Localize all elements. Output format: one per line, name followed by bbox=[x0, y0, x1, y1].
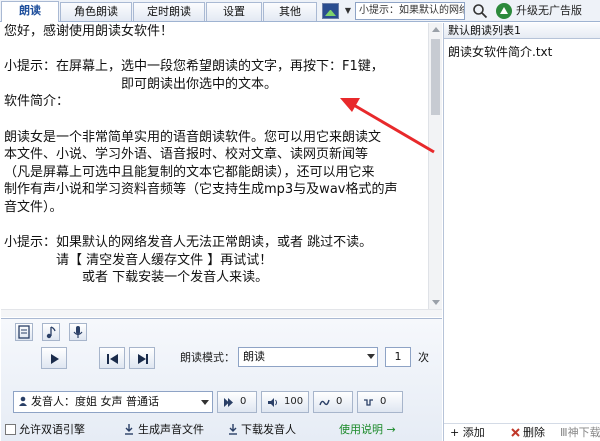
upgrade-link[interactable]: 升级无广告版 bbox=[516, 3, 582, 19]
playlist-pane: 默认朗读列表1 朗读女软件简介.txt + 添加 删除 Ⅲ神下载 bbox=[443, 23, 600, 441]
double-language-checkbox[interactable] bbox=[5, 424, 16, 435]
volume-value: 100 bbox=[284, 396, 304, 407]
play-button[interactable] bbox=[41, 347, 67, 369]
playlist-item[interactable]: 朗读女软件简介.txt bbox=[448, 44, 552, 60]
speed-value: 0 bbox=[240, 396, 247, 407]
read-mode-select[interactable]: 朗读 bbox=[238, 347, 378, 367]
repeat-count-input[interactable]: 1 bbox=[385, 347, 411, 367]
main-text-area[interactable]: 您好，感谢使用朗读女软件！ 小提示：在屏幕上，选中一段您希望朗读的文字，再按下：F… bbox=[1, 23, 429, 309]
chevron-down-icon bbox=[367, 354, 375, 359]
person-icon bbox=[19, 396, 27, 406]
microphone-icon bbox=[73, 326, 83, 338]
tone-value: 0 bbox=[336, 396, 343, 407]
scroll-down-arrow[interactable] bbox=[432, 300, 440, 305]
volume-button[interactable]: 100 bbox=[261, 391, 309, 413]
top-tab-bar: 朗读 角色朗读 定时朗读 设置 其他 ▼ 小提示：如果默认的网络 升级无广告版 bbox=[0, 0, 600, 22]
text-line: （凡是屏幕上可选中且能复制的文本它都能朗读），还可以用它来 bbox=[4, 164, 375, 180]
download-speaker-button[interactable]: 下载发音人 bbox=[241, 422, 296, 438]
upgrade-icon[interactable] bbox=[496, 3, 512, 19]
generate-audio-icon[interactable] bbox=[123, 423, 135, 435]
chevron-down-icon bbox=[201, 400, 209, 405]
music-button[interactable] bbox=[42, 323, 60, 341]
previous-button[interactable] bbox=[99, 347, 125, 369]
text-line: 请【 清空发音人缓存文件 】再试试！ bbox=[4, 252, 273, 268]
read-mode-value: 朗读 bbox=[243, 350, 265, 363]
watermark-text: Ⅲ神下载 bbox=[560, 426, 600, 439]
volume-icon bbox=[268, 398, 277, 407]
text-line: 制作有声小说和学习资料音频等（它支持生成mp3与及wav格式的声 bbox=[4, 182, 398, 198]
play-icon bbox=[51, 354, 59, 364]
text-line: 您好，感谢使用朗读女软件！ bbox=[4, 24, 174, 39]
tip-dropdown-arrow[interactable]: ▼ bbox=[342, 3, 354, 19]
scroll-up-arrow[interactable] bbox=[432, 27, 440, 32]
text-line bbox=[4, 41, 429, 59]
document-icon bbox=[18, 325, 30, 339]
download-icon[interactable] bbox=[227, 423, 239, 435]
vertical-scrollbar[interactable] bbox=[428, 23, 442, 309]
music-icon bbox=[46, 326, 56, 339]
repeat-count-unit: 次 bbox=[418, 351, 429, 364]
tab-read[interactable]: 朗读 bbox=[1, 1, 59, 22]
tab-role-read[interactable]: 角色朗读 bbox=[60, 2, 132, 21]
delete-button[interactable]: 删除 bbox=[523, 424, 545, 441]
annotation-arrow bbox=[340, 98, 435, 154]
text-line bbox=[4, 217, 429, 235]
speed-icon bbox=[224, 398, 233, 407]
image-icon[interactable] bbox=[322, 3, 339, 19]
playlist-toolbar: + 添加 删除 Ⅲ神下载 bbox=[444, 423, 600, 441]
playlist-header[interactable]: 默认朗读列表1 bbox=[444, 23, 600, 39]
speaker-label: 发音人：度姐 女声 普通话 bbox=[31, 395, 159, 408]
read-mode-label: 朗读模式： bbox=[180, 351, 235, 364]
pitch-icon bbox=[364, 399, 373, 406]
double-language-label: 允许双语引擎 bbox=[19, 423, 85, 436]
speed-button[interactable]: 0 bbox=[217, 391, 257, 413]
document-button[interactable] bbox=[15, 323, 33, 341]
search-icon[interactable] bbox=[472, 3, 488, 19]
tip-text-box: 小提示：如果默认的网络 bbox=[355, 2, 465, 20]
text-line: 音文件）。 bbox=[4, 199, 63, 215]
horizontal-scrollbar[interactable] bbox=[1, 309, 442, 317]
tab-settings[interactable]: 设置 bbox=[206, 2, 262, 21]
microphone-button[interactable] bbox=[69, 323, 87, 341]
control-panel: 朗读模式： 朗读 1 次 发音人：度姐 女声 普通话 0 100 0 0 允许双… bbox=[1, 318, 442, 441]
add-button[interactable]: + 添加 bbox=[450, 424, 485, 441]
tone-icon bbox=[319, 399, 330, 406]
pitch-value: 0 bbox=[380, 396, 387, 407]
text-line: 小提示：如果默认的网络发音人无法正常朗读，或者 跳过不读。 bbox=[4, 235, 373, 251]
speaker-select[interactable]: 发音人：度姐 女声 普通话 bbox=[13, 391, 213, 413]
next-button[interactable] bbox=[129, 347, 155, 369]
tone-button[interactable]: 0 bbox=[313, 391, 353, 413]
help-link[interactable]: 使用说明 → bbox=[339, 422, 396, 438]
text-line: 小提示：在屏幕上，选中一段您希望朗读的文字，再按下：F1键， bbox=[4, 59, 384, 75]
text-line: 或者 下载安装一个发音人来读。 bbox=[4, 270, 269, 286]
tab-timed-read[interactable]: 定时朗读 bbox=[133, 2, 205, 21]
generate-audio-button[interactable]: 生成声音文件 bbox=[138, 422, 204, 438]
pitch-button[interactable]: 0 bbox=[357, 391, 403, 413]
tab-other[interactable]: 其他 bbox=[263, 2, 317, 21]
delete-icon[interactable] bbox=[510, 427, 521, 438]
